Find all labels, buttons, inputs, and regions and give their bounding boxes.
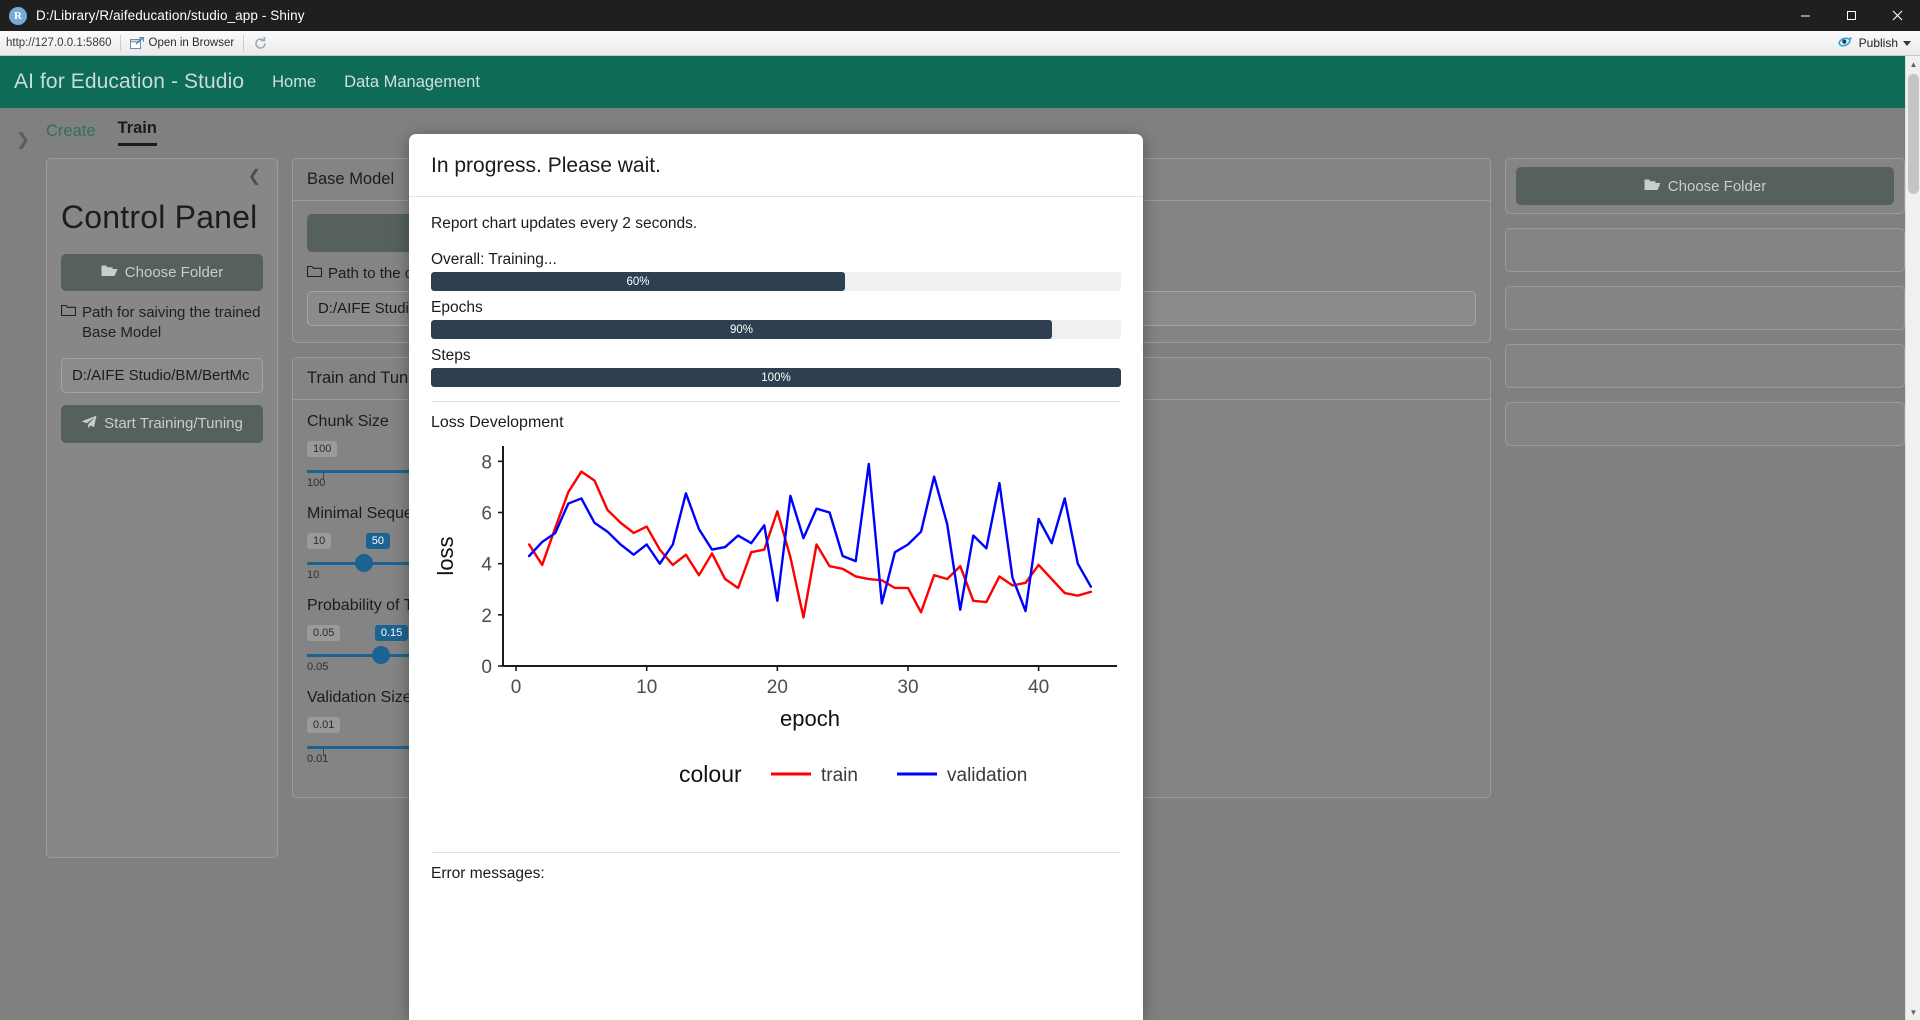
publish-label: Publish (1858, 36, 1898, 50)
shiny-app-area: AI for Education - Studio Home Data Mana… (0, 56, 1920, 1020)
progress-overall: Overall: Training... 60% (431, 251, 1121, 291)
svg-text:20: 20 (767, 677, 788, 698)
svg-text:10: 10 (636, 677, 657, 698)
progress-overall-label: Overall: Training... (431, 251, 557, 268)
close-button[interactable] (1874, 0, 1920, 31)
scroll-up-icon[interactable]: ▲ (1906, 56, 1920, 72)
progress-epochs-track: 90% (431, 320, 1121, 339)
refresh-button[interactable] (244, 31, 277, 55)
svg-text:train: train (821, 765, 858, 786)
progress-steps-track: 100% (431, 368, 1121, 387)
svg-text:6: 6 (481, 504, 492, 525)
app-scrollbar[interactable]: ▲ ▼ (1905, 56, 1920, 1020)
publish-button[interactable]: Publish (1837, 34, 1920, 52)
chart-heading: Loss Development (431, 414, 564, 431)
open-in-browser-icon (129, 36, 144, 50)
svg-text:4: 4 (481, 555, 492, 576)
open-in-browser-button[interactable]: Open in Browser (121, 31, 244, 55)
modal-body: Report chart updates every 2 seconds. Ov… (409, 197, 1143, 883)
modal-header: In progress. Please wait. (409, 134, 1143, 197)
nav-link-home[interactable]: Home (272, 73, 316, 92)
svg-text:0: 0 (511, 677, 522, 698)
modal-divider-1 (431, 401, 1121, 402)
progress-epochs-fill: 90% (431, 320, 1052, 339)
svg-text:loss: loss (433, 536, 458, 575)
progress-steps-label: Steps (431, 347, 471, 364)
loss-chart-svg: 0 2 4 6 8 0 10 20 30 40 epoch loss colour train valida… (433, 446, 1117, 787)
minimize-button[interactable] (1782, 0, 1828, 31)
refresh-icon (253, 36, 268, 51)
window-controls (1782, 0, 1920, 31)
nav-link-data-management[interactable]: Data Management (344, 73, 480, 92)
open-in-browser-label: Open in Browser (148, 37, 235, 49)
svg-text:validation: validation (947, 765, 1027, 786)
r-logo-icon: R (9, 6, 27, 25)
svg-text:8: 8 (481, 452, 492, 473)
svg-text:40: 40 (1028, 677, 1049, 698)
modal-info-text: Report chart updates every 2 seconds. (431, 215, 698, 232)
svg-text:2: 2 (481, 606, 492, 627)
progress-epochs-label: Epochs (431, 299, 483, 316)
progress-steps-fill: 100% (431, 368, 1121, 387)
progress-modal: In progress. Please wait. Report chart u… (409, 134, 1143, 1020)
progress-overall-track: 60% (431, 272, 1121, 291)
app-navbar: AI for Education - Studio Home Data Mana… (0, 56, 1905, 108)
maximize-button[interactable] (1828, 0, 1874, 31)
scroll-down-icon[interactable]: ▼ (1906, 1004, 1920, 1020)
svg-text:colour: colour (679, 761, 742, 787)
modal-title: In progress. Please wait. (431, 154, 661, 177)
svg-text:0: 0 (481, 657, 492, 678)
progress-epochs: Epochs 90% (431, 299, 1121, 339)
window-title: D:/Library/R/aifeducation/studio_app - S… (36, 8, 305, 23)
svg-text:epoch: epoch (780, 706, 840, 731)
scrollbar-thumb[interactable] (1908, 74, 1919, 194)
chevron-down-icon[interactable] (1903, 40, 1911, 46)
window-title-bar: R D:/Library/R/aifeducation/studio_app -… (0, 0, 1920, 31)
modal-divider-2 (431, 852, 1121, 853)
shiny-viewer-toolbar: http://127.0.0.1:5860 Open in Browser Pu… (0, 31, 1920, 56)
loss-chart: 0 2 4 6 8 0 10 20 30 40 epoch loss colour train valida… (431, 438, 1121, 838)
app-url: http://127.0.0.1:5860 (6, 37, 112, 49)
progress-steps: Steps 100% (431, 347, 1121, 387)
app-inner: AI for Education - Studio Home Data Mana… (0, 56, 1905, 1020)
publish-icon (1837, 34, 1854, 52)
progress-overall-fill: 60% (431, 272, 845, 291)
error-messages-label: Error messages: (431, 865, 545, 882)
app-brand: AI for Education - Studio (14, 70, 245, 93)
svg-text:30: 30 (897, 677, 918, 698)
